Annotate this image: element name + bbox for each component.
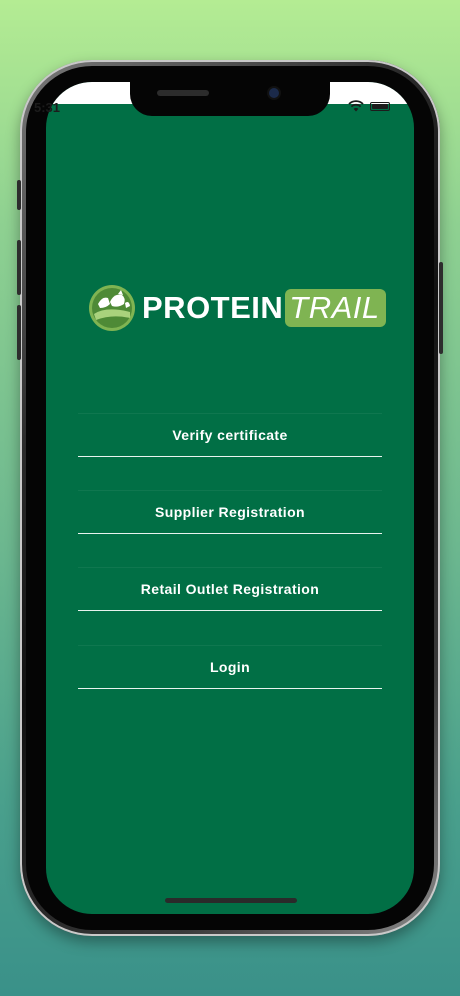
logo-word-protein: PROTEIN (142, 290, 284, 325)
battery-icon (370, 101, 390, 111)
app-logo: PROTEIN TRAIL (88, 280, 386, 336)
power-button (439, 262, 443, 354)
logo-wordmark: PROTEIN TRAIL (142, 289, 386, 327)
home-indicator[interactable] (165, 898, 297, 903)
retail-outlet-registration-button[interactable]: Retail Outlet Registration (78, 567, 382, 611)
front-camera (269, 88, 279, 98)
speaker-grille (157, 90, 209, 96)
notch (130, 82, 330, 116)
logo-word-trail: TRAIL (285, 289, 386, 327)
silent-switch (17, 180, 21, 210)
supplier-registration-button[interactable]: Supplier Registration (78, 490, 382, 534)
volume-down-button (17, 305, 21, 360)
login-button[interactable]: Login (78, 645, 382, 689)
protein-trail-logo-icon (89, 285, 135, 331)
status-icons (348, 100, 390, 112)
status-time: 5:31 (34, 100, 61, 115)
volume-up-button (17, 240, 21, 295)
verify-certificate-button[interactable]: Verify certificate (78, 413, 382, 457)
wifi-icon (348, 100, 364, 112)
